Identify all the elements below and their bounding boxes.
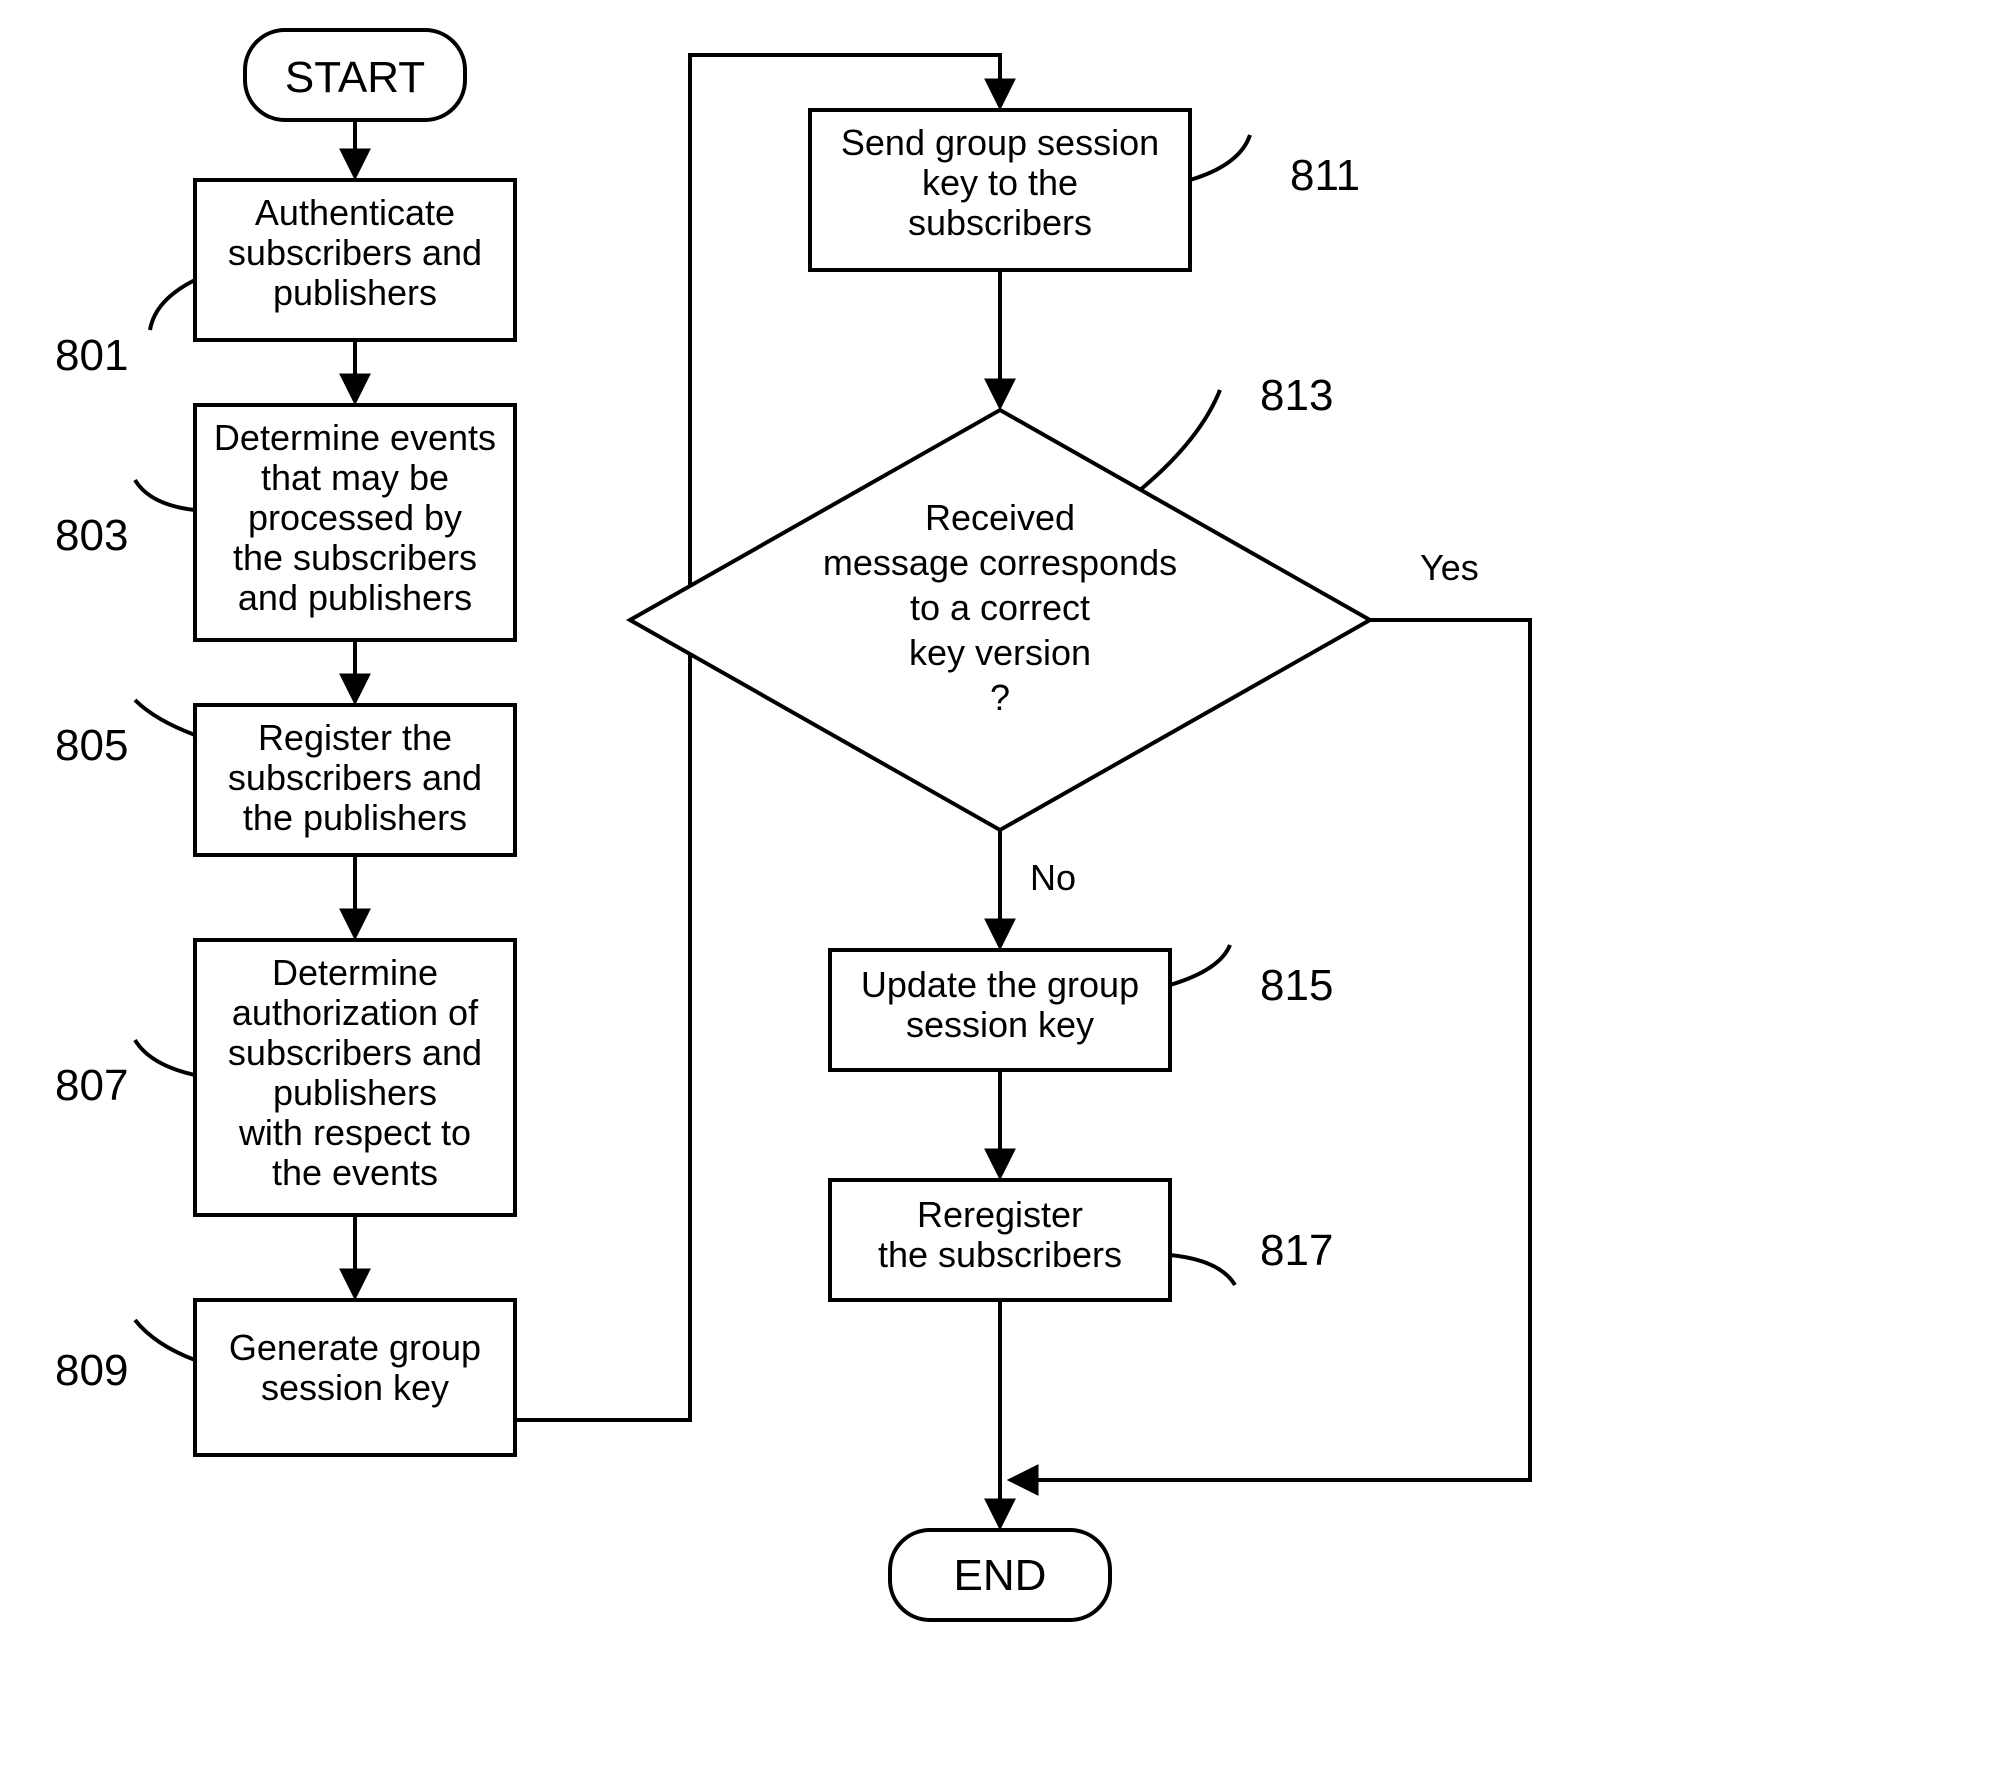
edge-no-label: No bbox=[1030, 857, 1076, 898]
ref-815: 815 bbox=[1260, 961, 1333, 1010]
decision-813-l3: to a correct bbox=[910, 587, 1090, 628]
box-801-l3: publishers bbox=[273, 272, 437, 313]
box-807-l1: Determine bbox=[272, 952, 438, 993]
box-807-l5: with respect to bbox=[238, 1112, 471, 1153]
lead-813 bbox=[1140, 390, 1220, 490]
box-803-l5: and publishers bbox=[238, 577, 472, 618]
edge-yes-label: Yes bbox=[1420, 547, 1479, 588]
box-803-l1: Determine events bbox=[214, 417, 496, 458]
box-807-l3: subscribers and bbox=[228, 1032, 482, 1073]
ref-805: 805 bbox=[55, 721, 128, 770]
ref-809: 809 bbox=[55, 1346, 128, 1395]
box-803-l2: that may be bbox=[261, 457, 449, 498]
box-805-l2: subscribers and bbox=[228, 757, 482, 798]
lead-801 bbox=[150, 280, 195, 330]
ref-807: 807 bbox=[55, 1061, 128, 1110]
box-807-l2: authorization of bbox=[232, 992, 479, 1033]
decision-813-l5: ? bbox=[990, 677, 1010, 718]
end-label: END bbox=[954, 1551, 1047, 1600]
box-803-l3: processed by bbox=[248, 497, 462, 538]
box-815-l2: session key bbox=[906, 1004, 1094, 1045]
lead-803 bbox=[135, 480, 195, 510]
box-815-l1: Update the group bbox=[861, 964, 1139, 1005]
lead-805 bbox=[135, 700, 195, 735]
box-807-l4: publishers bbox=[273, 1072, 437, 1113]
lead-811 bbox=[1190, 135, 1250, 180]
start-label: START bbox=[285, 53, 425, 102]
box-805-l3: the publishers bbox=[243, 797, 467, 838]
decision-813-l2: message corresponds bbox=[823, 542, 1177, 583]
ref-803: 803 bbox=[55, 511, 128, 560]
ref-817: 817 bbox=[1260, 1226, 1333, 1275]
box-805-l1: Register the bbox=[258, 717, 452, 758]
lead-815 bbox=[1170, 945, 1230, 985]
box-811-l2: key to the bbox=[922, 162, 1078, 203]
box-817-l2: the subscribers bbox=[878, 1234, 1122, 1275]
lead-817 bbox=[1170, 1255, 1235, 1285]
decision-813-l1: Received bbox=[925, 497, 1075, 538]
box-809-l1: Generate group bbox=[229, 1327, 481, 1368]
decision-813-l4: key version bbox=[909, 632, 1091, 673]
ref-811: 811 bbox=[1290, 151, 1360, 200]
box-817-l1: Reregister bbox=[917, 1194, 1083, 1235]
box-807-l6: the events bbox=[272, 1152, 438, 1193]
box-803-l4: the subscribers bbox=[233, 537, 477, 578]
box-801-l2: subscribers and bbox=[228, 232, 482, 273]
ref-813: 813 bbox=[1260, 371, 1333, 420]
box-801-l1: Authenticate bbox=[255, 192, 455, 233]
box-809-l2: session key bbox=[261, 1367, 449, 1408]
flowchart: START Authenticate subscribers and publi… bbox=[0, 0, 1994, 1791]
box-811-l1: Send group session bbox=[841, 122, 1159, 163]
lead-807 bbox=[135, 1040, 195, 1075]
ref-801: 801 bbox=[55, 331, 128, 380]
box-811-l3: subscribers bbox=[908, 202, 1092, 243]
lead-809 bbox=[135, 1320, 195, 1360]
